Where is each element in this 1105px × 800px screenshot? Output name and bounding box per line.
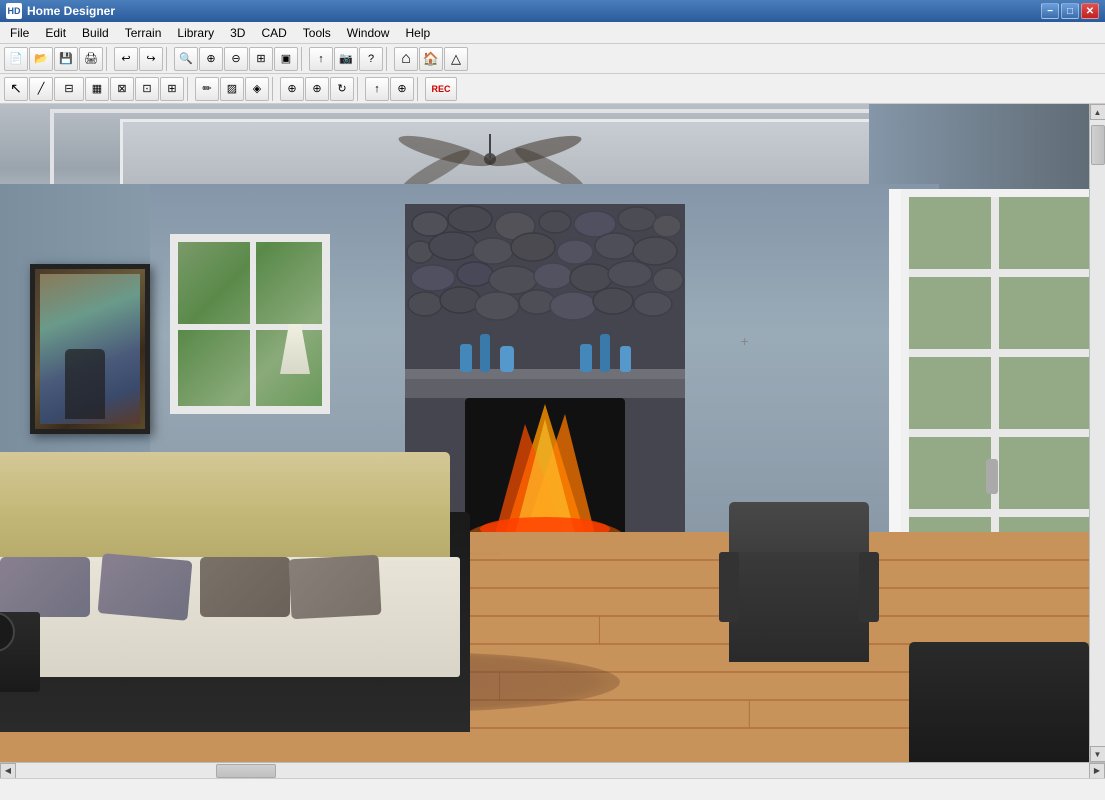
window-controls: − □ ✕ <box>1041 3 1099 19</box>
actual-size-button[interactable]: ▣ <box>274 47 298 71</box>
scroll-thumb-horizontal[interactable] <box>216 764 276 778</box>
wall-artwork <box>30 264 150 434</box>
pillow-3 <box>200 557 290 617</box>
record-button[interactable]: REC <box>425 77 457 101</box>
new-button[interactable]: 📄 <box>4 47 28 71</box>
room-scene: + <box>0 104 1089 762</box>
menu-item-help[interactable]: Help <box>397 22 438 43</box>
app-title: Home Designer <box>27 4 115 18</box>
move-tool-button[interactable]: ⊕ <box>305 77 329 101</box>
scroll-up-button[interactable]: ▲ <box>1090 104 1105 120</box>
zoom-in-button[interactable]: ⊕ <box>199 47 223 71</box>
open-button[interactable]: 📂 <box>29 47 53 71</box>
armchair-seat <box>729 552 869 662</box>
select-tool-button[interactable]: ↖ <box>4 77 28 101</box>
stair-tool-button[interactable]: ⊠ <box>110 77 134 101</box>
scroll-right-button[interactable]: ▶ <box>1089 763 1105 779</box>
zoom-magnify-button[interactable]: 🔍 <box>174 47 198 71</box>
material-button[interactable]: ◈ <box>245 77 269 101</box>
pillow-2 <box>98 553 193 621</box>
menu-item-library[interactable]: Library <box>169 22 222 43</box>
sep-t4 <box>417 77 422 101</box>
scroll-thumb-vertical[interactable] <box>1091 125 1105 165</box>
sep-t1 <box>187 77 192 101</box>
title-bar: HD Home Designer − □ ✕ <box>0 0 1105 22</box>
crosshair-cursor: + <box>741 334 749 348</box>
up-arrow-button[interactable]: ↑ <box>309 47 333 71</box>
ceiling-fan <box>380 129 600 189</box>
menu-item-tools[interactable]: Tools <box>295 22 339 43</box>
menu-item-cad[interactable]: CAD <box>253 22 294 43</box>
window-tool-button[interactable]: ⊞ <box>160 77 184 101</box>
main-area: + ▲ ▼ ◀ ▶ <box>0 104 1105 778</box>
elevation-button[interactable]: 🏠 <box>419 47 443 71</box>
toolbar-1: 📄 📂 💾 🖨 ↩ ↪ 🔍 ⊕ ⊖ ⊞ ▣ ↑ 📷 ? ⌂ 🏠 △ <box>0 44 1105 74</box>
menu-item-3d[interactable]: 3D <box>222 22 253 43</box>
app-icon: HD <box>6 3 22 19</box>
status-bar <box>0 778 1105 800</box>
fit-button[interactable]: ⊞ <box>249 47 273 71</box>
menu-item-build[interactable]: Build <box>74 22 117 43</box>
sep-t3 <box>357 77 362 101</box>
redo-button[interactable]: ↪ <box>139 47 163 71</box>
scrollbar-bottom: ◀ ▶ <box>0 762 1105 778</box>
scatter-button[interactable]: ⊕ <box>390 77 414 101</box>
menu-item-edit[interactable]: Edit <box>37 22 74 43</box>
close-button[interactable]: ✕ <box>1081 3 1099 19</box>
zoom-out-button[interactable]: ⊖ <box>224 47 248 71</box>
sep-1 <box>106 47 111 71</box>
sep-t2 <box>272 77 277 101</box>
room-tool-button[interactable]: ▦ <box>85 77 109 101</box>
wall-tool-button[interactable]: ⊟ <box>54 77 84 101</box>
scroll-down-button[interactable]: ▼ <box>1090 746 1105 762</box>
print-button[interactable]: 🖨 <box>79 47 103 71</box>
minimize-button[interactable]: − <box>1041 3 1059 19</box>
menu-item-file[interactable]: File <box>2 22 37 43</box>
rotate-button[interactable]: ↻ <box>330 77 354 101</box>
pillow-1 <box>0 557 90 617</box>
sep-2 <box>166 47 171 71</box>
sep-3 <box>301 47 306 71</box>
toolbar-2: ↖ ╱ ⊟ ▦ ⊠ ⊡ ⊞ ✏ ▨ ◈ ⊕ ⊕ ↻ ↑ ⊕ REC <box>0 74 1105 104</box>
paint-tool-button[interactable]: ✏ <box>195 77 219 101</box>
menu-bar: File Edit Build Terrain Library 3D CAD T… <box>0 22 1105 44</box>
save-button[interactable]: 💾 <box>54 47 78 71</box>
scrollbar-right: ▲ ▼ <box>1089 104 1105 762</box>
draw-line-button[interactable]: ╱ <box>29 77 53 101</box>
canvas-with-scrollbar: + ▲ ▼ <box>0 104 1105 762</box>
undo-button[interactable]: ↩ <box>114 47 138 71</box>
maximize-button[interactable]: □ <box>1061 3 1079 19</box>
plan-view-button[interactable]: ⌂ <box>394 47 418 71</box>
pillow-4 <box>288 555 381 620</box>
viewport-container: + ▲ ▼ ◀ ▶ <box>0 104 1105 778</box>
scroll-track-horizontal[interactable] <box>16 763 1089 779</box>
sep-4 <box>386 47 391 71</box>
texture-button[interactable]: ▨ <box>220 77 244 101</box>
armchair <box>719 502 879 662</box>
armchair-arm-right <box>859 552 879 622</box>
armchair-arm-left <box>719 552 739 622</box>
menu-item-terrain[interactable]: Terrain <box>117 22 170 43</box>
help-button[interactable]: ? <box>359 47 383 71</box>
door-tool-button[interactable]: ⊡ <box>135 77 159 101</box>
artwork-figure <box>65 349 105 419</box>
place-object-button[interactable]: ⊕ <box>280 77 304 101</box>
3d-button[interactable]: △ <box>444 47 468 71</box>
scroll-track-vertical[interactable] <box>1090 120 1105 746</box>
headboard <box>0 452 450 572</box>
menu-item-window[interactable]: Window <box>339 22 398 43</box>
camera-button[interactable]: 📷 <box>334 47 358 71</box>
arrow-up-tool-button[interactable]: ↑ <box>365 77 389 101</box>
canvas-area[interactable]: + <box>0 104 1089 762</box>
corner-chair <box>909 642 1089 762</box>
left-window-1 <box>170 234 330 414</box>
scroll-left-button[interactable]: ◀ <box>0 763 16 779</box>
